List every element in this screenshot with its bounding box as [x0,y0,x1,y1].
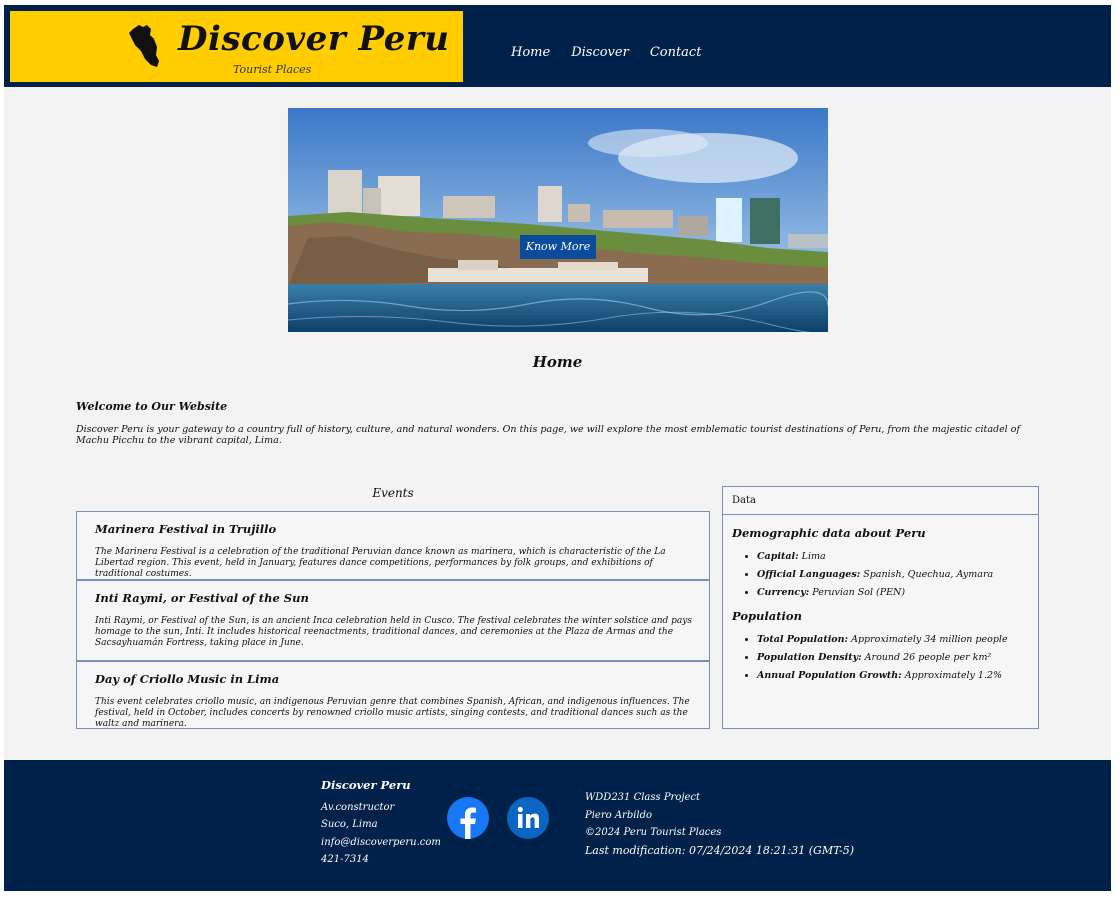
nav-contact[interactable]: Contact [650,45,702,60]
event-text: The Marinera Festival is a celebration o… [95,547,666,579]
footer-address-line: Suco, Lima [321,819,378,830]
hero-banner: Know More [288,108,828,332]
list-item: Capital: Lima [757,550,993,563]
welcome-text: Discover Peru is your gateway to a count… [76,424,1020,446]
footer-author: Piero Arbildo [585,809,653,821]
footer-brand: Discover Peru [321,778,411,792]
linkedin-icon[interactable] [507,797,549,839]
footer-address-line: Av.constructor [321,801,395,813]
know-more-button[interactable]: Know More [520,235,596,259]
events-heading: Events [372,486,414,500]
peru-map-icon [129,25,159,67]
event-title: Inti Raymi, or Festival of the Sun [95,591,309,605]
footer-last-modified: Last modification: 07/24/2024 18:21:31 (… [585,843,855,857]
main-nav: Home Discover Contact [511,45,701,60]
footer-class-project: WDD231 Class Project [585,792,700,803]
footer-info: WDD231 Class Project Piero Arbildo ©2024… [585,789,854,859]
event-text: Inti Raymi, or Festival of the Sun, is a… [95,616,692,648]
footer-contact: Discover Peru Av.constructor Suco, Lima … [321,777,441,869]
footer-email[interactable]: info@discoverperu.com [321,834,441,852]
event-card: Marinera Festival in Trujillo The Marine… [76,511,710,580]
site-footer: Discover Peru Av.constructor Suco, Lima … [4,760,1111,891]
data-panel: Data Demographic data about Peru Capital… [722,486,1039,729]
page-title: Home [532,353,583,371]
footer-copyright: ©2024 Peru Tourist Places [585,827,722,838]
footer-phone: 421-7314 [321,854,369,865]
facebook-icon[interactable] [447,797,489,839]
population-list: Total Population: Approximately 34 milli… [747,633,1008,687]
event-card: Day of Criollo Music in Lima This event … [76,661,710,729]
welcome-heading: Welcome to Our Website [76,400,228,413]
list-item: Currency: Peruvian Sol (PEN) [757,586,993,599]
page: Discover Peru Tourist Places Home Discov… [4,5,1111,891]
site-title: Discover Peru [178,19,450,59]
event-text: This event celebrates criollo music, an … [95,697,690,729]
logo[interactable]: Discover Peru Tourist Places [10,11,463,82]
list-item: Total Population: Approximately 34 milli… [757,633,1008,646]
site-header: Discover Peru Tourist Places Home Discov… [4,5,1111,87]
list-item: Annual Population Growth: Approximately … [757,669,1008,682]
event-title: Marinera Festival in Trujillo [95,522,277,536]
data-panel-label: Data [723,487,1038,515]
list-item: Official Languages: Spanish, Quechua, Ay… [757,568,993,581]
event-title: Day of Criollo Music in Lima [95,672,280,686]
event-card: Inti Raymi, or Festival of the Sun Inti … [76,580,710,661]
population-heading: Population [732,609,802,623]
demographic-heading: Demographic data about Peru [732,526,926,540]
demographic-list: Capital: Lima Official Languages: Spanis… [747,550,993,604]
list-item: Population Density: Around 26 people per… [757,651,1008,664]
lima-coast-image [288,108,828,332]
site-subtitle: Tourist Places [233,63,312,76]
nav-discover[interactable]: Discover [571,45,629,60]
nav-home[interactable]: Home [511,45,550,60]
